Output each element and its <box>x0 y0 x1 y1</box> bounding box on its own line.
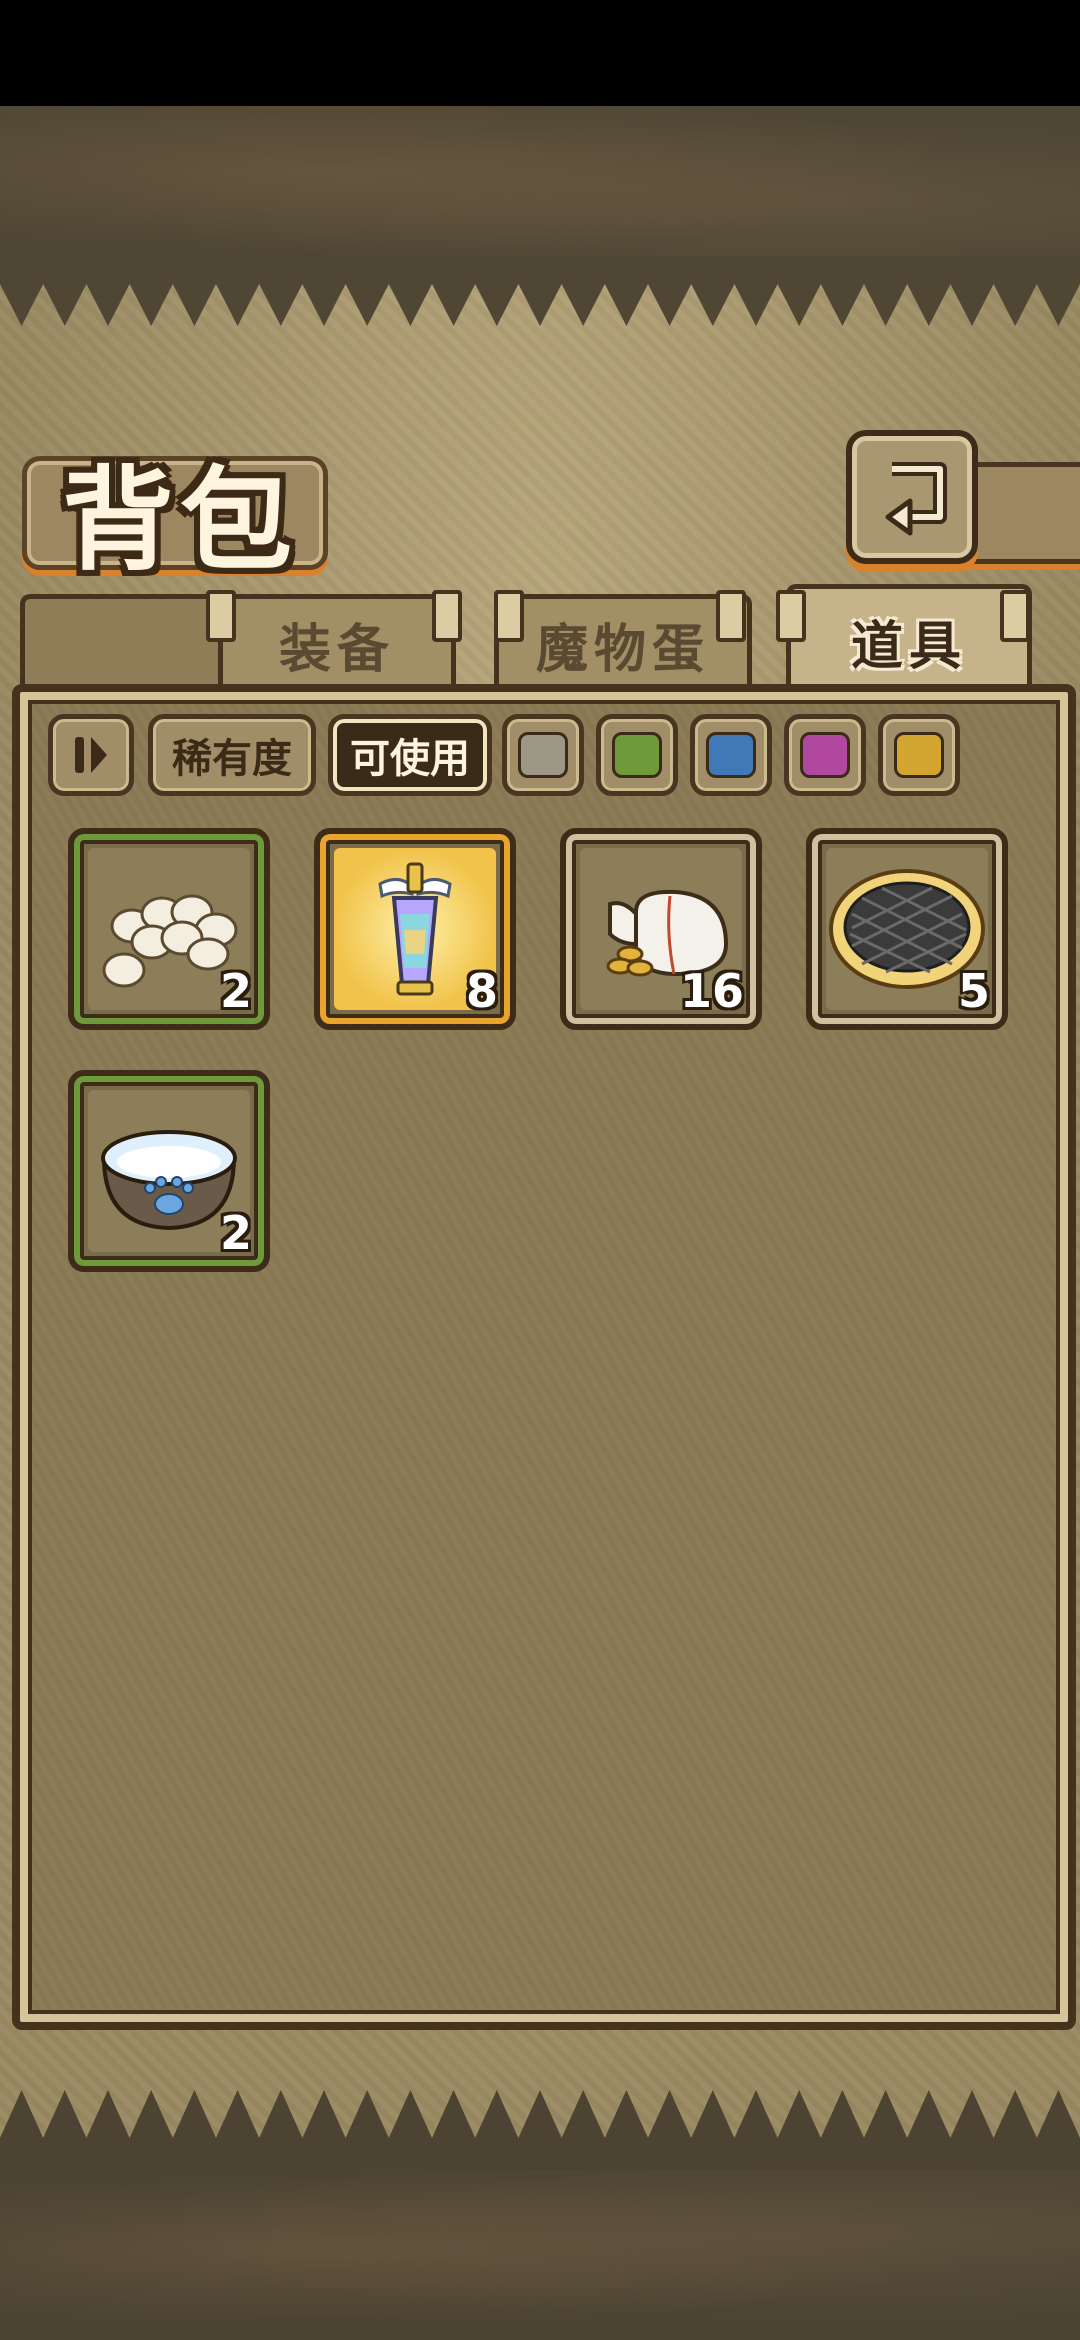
rarity-legendary-filter[interactable] <box>878 714 960 796</box>
gray-swatch <box>518 732 568 778</box>
tab-monster-eggs[interactable]: 魔物蛋 <box>494 594 752 689</box>
return-arrow-icon <box>885 462 947 536</box>
rarity-uncommon-filter[interactable] <box>596 714 678 796</box>
gold-swatch <box>894 732 944 778</box>
item-slot[interactable]: 2 <box>68 1070 270 1272</box>
tab-items[interactable]: 道具 <box>786 584 1032 693</box>
tab-label: 魔物蛋 <box>535 619 710 680</box>
sort-icon <box>75 737 107 773</box>
item-slot[interactable]: 8 <box>314 828 516 1030</box>
tab-pin <box>206 590 236 642</box>
sort-order-button[interactable] <box>48 714 134 796</box>
tab-label: 道具 <box>850 616 967 677</box>
rarity-rare-filter[interactable] <box>690 714 772 796</box>
tab-pin <box>776 590 806 642</box>
tab-pin <box>432 590 462 642</box>
rarity-filter-button[interactable]: 稀有度 <box>148 714 316 796</box>
tab-label: 装备 <box>278 619 395 680</box>
item-count: 5 <box>957 964 990 1018</box>
item-slot[interactable]: 2 <box>68 828 270 1030</box>
tab-pin <box>716 590 746 642</box>
item-count: 2 <box>219 964 252 1018</box>
item-count: 8 <box>465 964 498 1018</box>
blue-swatch <box>706 732 756 778</box>
status-bar <box>0 0 1080 106</box>
item-slot[interactable]: 5 <box>806 828 1008 1030</box>
back-button[interactable] <box>846 430 978 564</box>
rarity-filter-label: 稀有度 <box>172 736 292 782</box>
map-background-top <box>0 106 1080 266</box>
item-slot[interactable]: 16 <box>560 828 762 1030</box>
page-title: 背包 <box>62 456 298 586</box>
item-count: 2 <box>219 1206 252 1260</box>
rarity-common-filter[interactable] <box>502 714 584 796</box>
purple-swatch <box>800 732 850 778</box>
tab-pin <box>1000 590 1030 642</box>
item-count: 16 <box>679 964 744 1018</box>
tab-pin <box>494 590 524 642</box>
rarity-epic-filter[interactable] <box>784 714 866 796</box>
tab-blank <box>20 594 230 689</box>
usable-filter-button[interactable]: 可使用 <box>328 714 492 796</box>
tab-equipment[interactable]: 装备 <box>218 594 456 689</box>
green-swatch <box>612 732 662 778</box>
map-background-bottom <box>0 2160 1080 2340</box>
usable-filter-label: 可使用 <box>350 736 470 782</box>
